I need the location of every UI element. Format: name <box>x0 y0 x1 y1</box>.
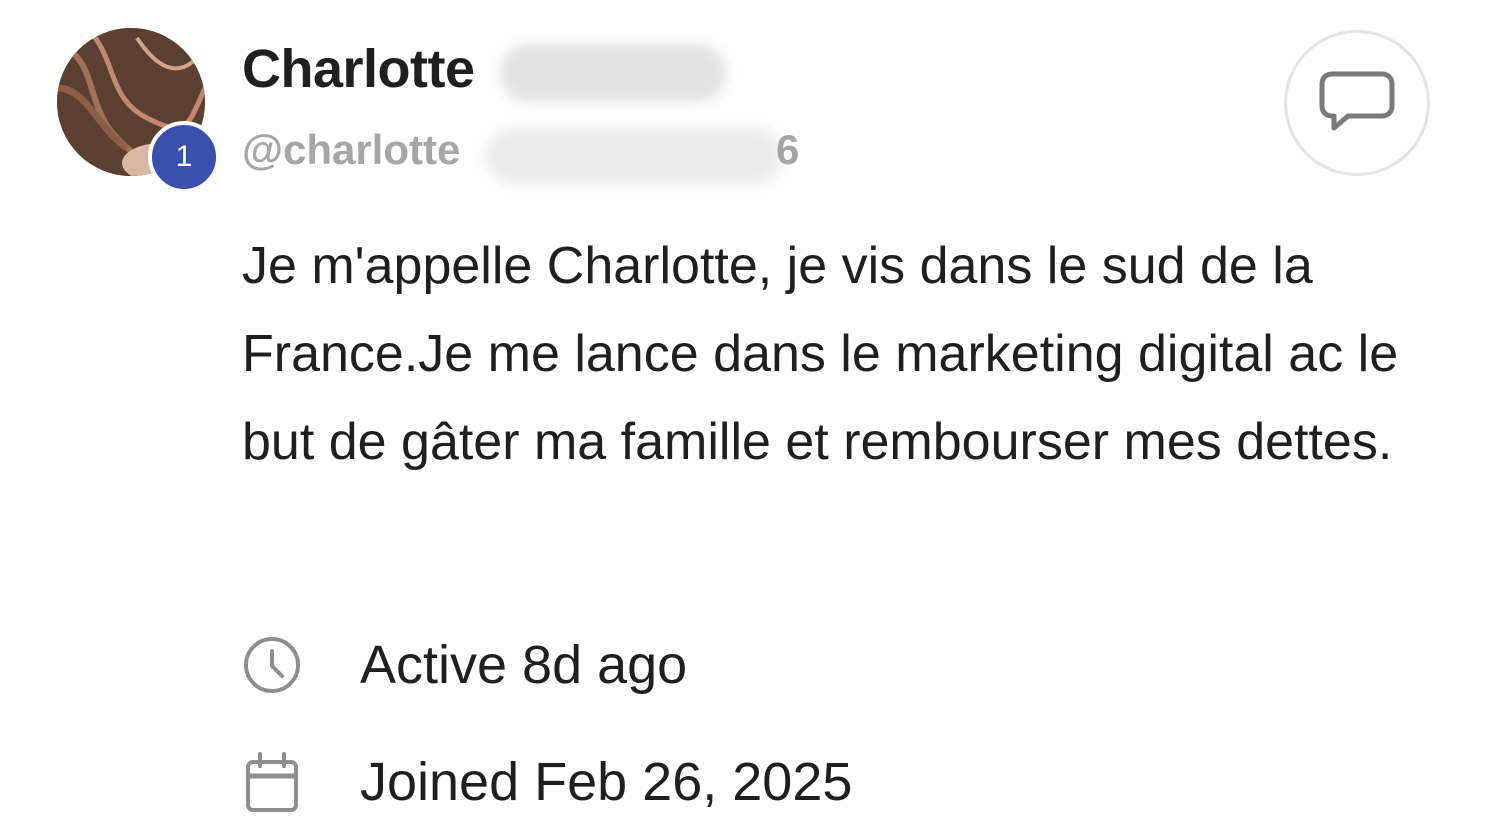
display-name: Charlotte <box>242 39 475 99</box>
joined-date-row: Joined Feb 26, 2025 <box>240 747 852 817</box>
username-tail: 6 <box>776 126 800 173</box>
level-badge: 1 <box>148 121 220 193</box>
redacted-username <box>486 128 782 184</box>
clock-icon <box>240 633 304 697</box>
calendar-icon <box>240 750 304 814</box>
username: @charlotte <box>242 126 461 173</box>
chat-bubble-icon <box>1319 71 1395 131</box>
profile-card: 1 Charlotte @charlotte 6 Je m'appelle Ch… <box>0 0 1500 838</box>
redacted-surname <box>500 44 726 102</box>
last-active-row: Active 8d ago <box>240 630 687 700</box>
profile-bio: Je m'appelle Charlotte, je vis dans le s… <box>242 237 1399 471</box>
message-button[interactable] <box>1284 30 1430 176</box>
last-active-text: Active 8d ago <box>360 635 688 695</box>
joined-date-text: Joined Feb 26, 2025 <box>360 752 853 812</box>
